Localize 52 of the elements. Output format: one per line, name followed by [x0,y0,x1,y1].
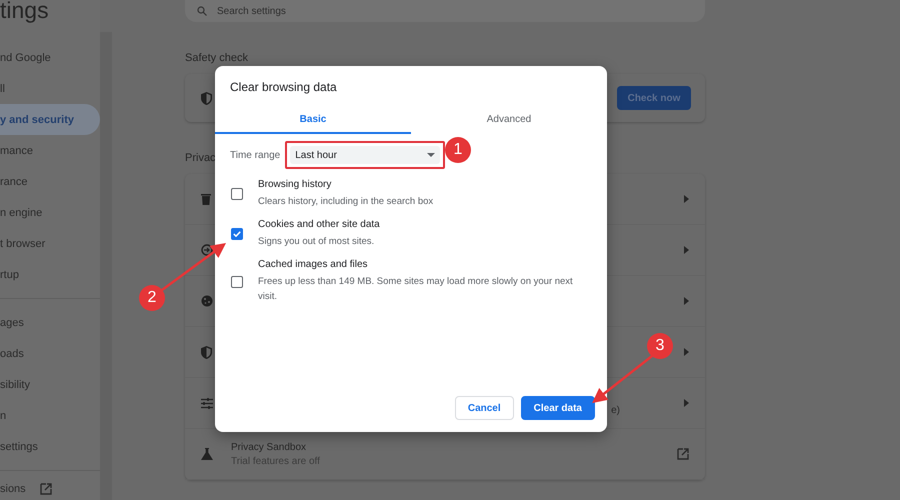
clear-data-button[interactable]: Clear data [520,396,595,420]
annotation-arrow [161,243,226,291]
search-icon [197,6,207,16]
sidebar-item[interactable]: sibility [0,369,100,400]
option-description: Signs you out of most sites. [258,235,376,249]
sidebar-item[interactable]: n [0,400,100,431]
tab[interactable]: Basic [215,106,411,134]
tab[interactable]: Advanced [411,106,607,134]
sidebar-item[interactable]: nd Google [0,42,100,73]
sidebar-item[interactable]: sions [0,483,26,495]
shield-icon [201,346,212,358]
field-label: Time range [230,150,280,160]
sidebar-item[interactable]: n engine [0,197,100,228]
sidebar-item[interactable]: y and security [0,104,100,135]
dialog-title: Clear browsing data [229,79,338,96]
search-field[interactable]: Search settings [185,0,705,22]
flask-icon [201,448,213,460]
circle-arrow-icon [201,244,213,256]
option-title: Cookies and other site data [258,219,380,230]
shield-icon [201,92,212,104]
checkbox[interactable] [231,188,243,200]
page-title: tings [0,0,50,24]
row-text: e) [611,404,620,416]
time-range-dropdown[interactable]: Last hour [290,146,440,164]
check-now-button[interactable]: Check now [617,86,691,110]
scrollbar[interactable] [100,32,112,500]
sidebar-item[interactable]: mance [0,135,100,166]
section-heading: Privac [185,152,216,166]
sidebar-item[interactable]: rance [0,166,100,197]
annotation-arrow [592,355,653,404]
option-description: Clears history, including in the search box [258,195,434,209]
sidebar-item[interactable]: ages [0,307,100,338]
sidebar-item[interactable]: ll [0,73,100,104]
caret-icon [427,153,436,157]
sidebar-item[interactable]: oads [0,338,100,369]
checkbox[interactable] [231,228,243,240]
external-link-icon[interactable] [40,483,52,495]
sidebar-item[interactable]: settings [0,431,100,462]
cancel-button[interactable]: Cancel [454,396,514,420]
step-number: 2 [139,285,165,311]
checkbox[interactable] [231,276,243,288]
option-title: Browsing history [258,179,332,190]
option-description: Frees up less than 149 MB. Some sites may load more slowly on your next visit. [258,275,574,304]
trash-icon [201,193,211,205]
external-link-icon[interactable] [677,448,689,460]
cookie-icon [201,295,213,307]
sliders-icon [201,398,213,408]
row-title: Privacy Sandbox [231,442,308,452]
option-title: Cached images and files [258,259,369,270]
sidebar-item[interactable]: rtup [0,259,100,290]
section-heading: Safety check [185,52,248,66]
sidebar-item[interactable]: t browser [0,228,100,259]
